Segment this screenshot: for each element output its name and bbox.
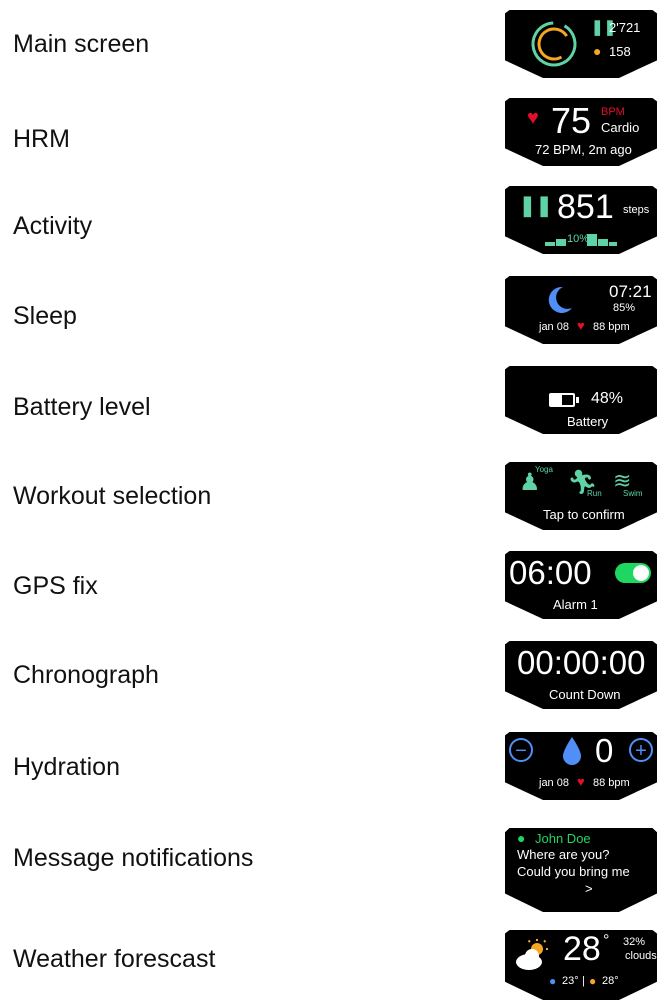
minus-button[interactable]: − (509, 738, 533, 762)
high-temp-dot-icon: ● (589, 974, 597, 988)
hr-zone: Cardio (601, 120, 640, 135)
row-label-activity: Activity (13, 212, 93, 240)
hydration-date: jan 08 (539, 777, 569, 789)
row-label-weather: Weather forescast (13, 945, 216, 973)
heart-icon: ♥ (577, 774, 585, 789)
workout-screen-preview[interactable]: ♟ Yoga 🏃︎ Run ≋ Swim Tap to confirm (505, 462, 657, 530)
message-line-1: Where are you? (517, 847, 610, 862)
flame-icon: ● (593, 43, 602, 59)
water-drop-icon (563, 737, 581, 765)
heart-icon: ♥ (527, 107, 539, 129)
message-sender: John Doe (535, 831, 591, 846)
workout-option-swim[interactable]: Swim (623, 489, 643, 498)
gps-screen-preview: 06:00 Alarm 1 (505, 551, 657, 619)
calories-value: 158 (609, 44, 631, 59)
message-line-2: Could you bring me (517, 864, 630, 879)
row-label-main-screen: Main screen (13, 30, 150, 58)
steps-value: 2'721 (609, 20, 641, 35)
sleep-bpm: 88 bpm (593, 321, 630, 333)
high-temp: 28° (602, 975, 619, 987)
partly-cloudy-icon (516, 939, 548, 970)
hydration-screen-preview: − 0 + jan 08 ♥ 88 bpm (505, 732, 657, 800)
sleep-date: jan 08 (539, 321, 569, 333)
progress-label: 10% (567, 233, 590, 245)
workout-option-run[interactable]: Run (587, 489, 602, 498)
sleep-time: 07:21 (609, 282, 652, 301)
row-label-chronograph: Chronograph (13, 661, 159, 689)
row-label-workout: Workout selection (13, 482, 212, 510)
chronograph-screen-preview: 00:00:00 Count Down (505, 641, 657, 709)
activity-screen-preview: ❚❚ 851 steps 10% (505, 186, 657, 254)
message-more-chevron[interactable]: > (585, 881, 593, 896)
last-reading: 72 BPM, 2m ago (535, 142, 632, 157)
row-label-battery: Battery level (13, 393, 151, 421)
alarm-time: 06:00 (509, 554, 592, 591)
temp-separator: | (582, 975, 585, 987)
main-screen-preview: ❚❚ 2'721 ● 158 (505, 10, 657, 78)
alarm-toggle[interactable] (615, 563, 651, 583)
heart-icon: ♥ (577, 318, 585, 333)
row-label-messages: Message notifications (13, 844, 254, 872)
chrono-label: Count Down (549, 687, 621, 702)
humidity-value: 32% (623, 936, 646, 948)
workout-option-yoga[interactable]: Yoga (535, 465, 553, 474)
message-bubble-icon: ● (517, 830, 526, 846)
hydration-bpm: 88 bpm (593, 777, 630, 789)
sleep-screen-preview: 07:21 85% jan 08 ♥ 88 bpm (505, 276, 657, 344)
battery-icon (549, 393, 579, 407)
plus-button[interactable]: + (629, 738, 653, 762)
tap-to-confirm-hint: Tap to confirm (543, 507, 625, 522)
alarm-label: Alarm 1 (553, 597, 598, 612)
moon-icon (548, 286, 572, 313)
temperature-value: 28 (563, 930, 601, 968)
row-label-hrm: HRM (13, 125, 70, 153)
hrm-screen-preview: ♥ 75 BPM Cardio 72 BPM, 2m ago (505, 98, 657, 166)
row-label-sleep: Sleep (13, 302, 77, 330)
low-temp: 23° (562, 975, 579, 987)
message-screen-preview[interactable]: ● John Doe Where are you? Could you brin… (505, 828, 657, 912)
battery-level: 48% (591, 390, 624, 407)
activity-rings-icon (531, 21, 577, 67)
battery-label: Battery (567, 414, 609, 429)
bpm-unit: BPM (601, 106, 625, 118)
row-label-gps: GPS fix (13, 572, 98, 600)
footsteps-icon: ❚❚ (519, 195, 553, 217)
sleep-quality: 85% (613, 302, 636, 314)
steps-unit: steps (623, 204, 650, 216)
weather-condition: clouds (625, 950, 657, 962)
hydration-count: 0 (595, 732, 614, 769)
chrono-time: 00:00:00 (517, 644, 646, 681)
battery-screen-preview: 48% Battery (505, 366, 657, 434)
degree-symbol: ° (603, 932, 610, 949)
weather-screen-preview: 28 ° 32% clouds ● 23° | ● 28° (505, 930, 657, 1000)
bpm-value: 75 (551, 100, 592, 141)
steps-value: 851 (557, 188, 614, 226)
low-temp-dot-icon: ● (549, 974, 557, 988)
row-label-hydration: Hydration (13, 753, 120, 781)
